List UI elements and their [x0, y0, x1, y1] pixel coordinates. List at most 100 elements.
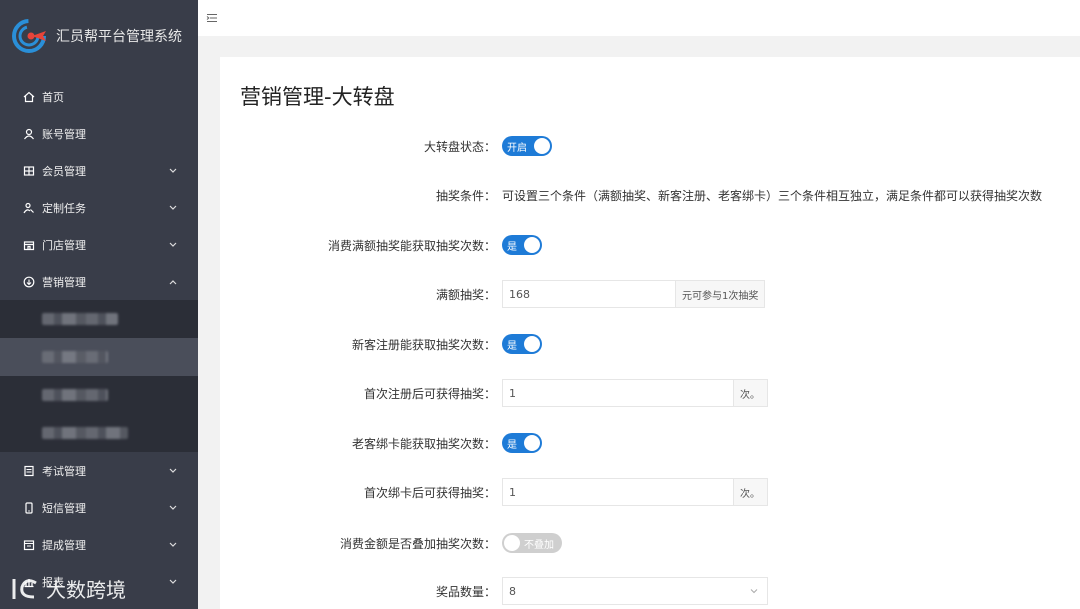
first-register-input[interactable]: 1: [502, 379, 734, 407]
switch-text: 开启: [507, 142, 527, 154]
full-amount-input[interactable]: 168: [502, 280, 676, 308]
chevron-down-icon: [168, 503, 178, 513]
new-register-switch[interactable]: 是: [502, 334, 542, 354]
prize-count-select[interactable]: 8: [502, 577, 768, 605]
sidebar-item-label: 提成管理: [42, 538, 86, 552]
blurred-label: [42, 427, 128, 439]
blurred-label: [42, 313, 118, 325]
spend-draw-switch[interactable]: 是: [502, 235, 542, 255]
form-row-prize-count: 奖品数量： 8: [220, 577, 768, 605]
sidebar-item-label: 定制任务: [42, 201, 86, 215]
store-icon: [22, 238, 36, 252]
members-icon: [22, 164, 36, 178]
sidebar-menu: 首页 账号管理 会员管理 定制任务 门店管理 营销管理: [0, 78, 198, 300]
switch-text: 是: [507, 241, 517, 253]
chevron-up-icon: [168, 277, 178, 287]
stack-spend-switch[interactable]: 不叠加: [502, 533, 562, 553]
blurred-label: [42, 389, 108, 401]
marketing-icon: [22, 275, 36, 289]
form-row-stack-spend: 消费金额是否叠加抽奖次数： 不叠加: [220, 533, 562, 553]
sidebar: 汇员帮平台管理系统 首页 账号管理 会员管理 定制任务 门店管理 营销管理 考试…: [0, 0, 198, 609]
sidebar-item-label: 会员管理: [42, 164, 86, 178]
exam-icon: [22, 464, 36, 478]
submenu-item-active[interactable]: [0, 338, 198, 376]
chevron-down-icon: [168, 203, 178, 213]
watermark-text: 大数跨境: [46, 578, 126, 602]
sidebar-item-account[interactable]: 账号管理: [0, 115, 198, 152]
form-row-wheel-status: 大转盘状态： 开启: [220, 136, 552, 156]
switch-text: 是: [507, 439, 517, 451]
sidebar-item-label: 首页: [42, 90, 64, 104]
sidebar-item-label: 账号管理: [42, 127, 86, 141]
page-title: 营销管理-大转盘: [240, 85, 395, 109]
switch-knob: [534, 138, 550, 154]
prize-count-value: 8: [509, 584, 516, 598]
field-label: 首次绑卡后可获得抽奖：: [363, 485, 496, 500]
old-bind-switch[interactable]: 是: [502, 433, 542, 453]
field-label: 大转盘状态：: [423, 139, 496, 154]
field-label: 满额抽奖：: [435, 287, 496, 302]
sidebar-item-commission[interactable]: 提成管理: [0, 526, 198, 563]
brand[interactable]: 汇员帮平台管理系统: [0, 0, 198, 72]
sidebar-item-sms[interactable]: 短信管理: [0, 489, 198, 526]
commission-icon: [22, 538, 36, 552]
sidebar-item-label: 考试管理: [42, 464, 86, 478]
sidebar-item-marketing[interactable]: 营销管理: [0, 263, 198, 300]
sidebar-item-custom-task[interactable]: 定制任务: [0, 189, 198, 226]
field-label: 首次注册后可获得抽奖：: [363, 386, 496, 401]
switch-knob: [524, 237, 540, 253]
logo-icon: [12, 17, 50, 55]
first-register-addon: 次。: [734, 379, 768, 407]
form-row-full-amount: 满额抽奖： 168 元可参与1次抽奖: [220, 280, 766, 308]
switch-knob: [524, 435, 540, 451]
brand-name: 汇员帮平台管理系统: [56, 29, 182, 45]
watermark-logo-icon: [8, 575, 42, 603]
chevron-down-icon: [749, 586, 759, 596]
field-label: 消费满额抽奖能获取抽奖次数：: [327, 238, 496, 253]
wheel-status-switch[interactable]: 开启: [502, 136, 552, 156]
switch-text: 是: [507, 340, 517, 352]
chevron-down-icon: [168, 166, 178, 176]
form-row-old-bind: 老客绑卡能获取抽奖次数： 是: [220, 433, 542, 453]
sidebar-item-store[interactable]: 门店管理: [0, 226, 198, 263]
sidebar-item-members[interactable]: 会员管理: [0, 152, 198, 189]
first-bind-input[interactable]: 1: [502, 478, 734, 506]
user-icon: [22, 127, 36, 141]
submenu-item[interactable]: [0, 414, 198, 452]
field-label: 消费金额是否叠加抽奖次数：: [339, 536, 496, 551]
chevron-down-icon: [168, 466, 178, 476]
first-bind-addon: 次。: [734, 478, 768, 506]
field-label: 老客绑卡能获取抽奖次数：: [351, 436, 496, 451]
task-icon: [22, 201, 36, 215]
form-row-draw-conditions: 抽奖条件： 可设置三个条件（满额抽奖、新客注册、老客绑卡）三个条件相互独立，满足…: [220, 187, 1042, 204]
blurred-label: [42, 351, 108, 363]
sidebar-item-label: 营销管理: [42, 275, 86, 289]
field-label: 抽奖条件：: [435, 189, 496, 203]
home-icon: [22, 90, 36, 104]
field-label: 奖品数量：: [435, 584, 496, 599]
submenu-item[interactable]: [0, 376, 198, 414]
sidebar-item-exam[interactable]: 考试管理: [0, 452, 198, 489]
phone-icon: [22, 501, 36, 515]
top-bar: [198, 0, 1080, 36]
switch-knob: [524, 336, 540, 352]
form-row-new-register: 新客注册能获取抽奖次数： 是: [220, 334, 542, 354]
content-panel: 营销管理-大转盘 大转盘状态： 开启 抽奖条件： 可设置三个条件（满额抽奖、新客…: [220, 57, 1080, 609]
marketing-submenu: [0, 300, 198, 452]
form-row-first-register: 首次注册后可获得抽奖： 1 次。: [220, 379, 768, 407]
chevron-down-icon: [168, 577, 178, 587]
switch-knob: [504, 535, 520, 551]
chevron-down-icon: [168, 540, 178, 550]
watermark: 大数跨境: [8, 574, 126, 603]
field-label: 新客注册能获取抽奖次数：: [351, 337, 496, 352]
sidebar-item-label: 门店管理: [42, 238, 86, 252]
form-row-spend-draw: 消费满额抽奖能获取抽奖次数： 是: [220, 235, 542, 255]
form-row-first-bind: 首次绑卡后可获得抽奖： 1 次。: [220, 478, 768, 506]
submenu-item[interactable]: [0, 300, 198, 338]
switch-text: 不叠加: [524, 539, 554, 551]
draw-conditions-text: 可设置三个条件（满额抽奖、新客注册、老客绑卡）三个条件相互独立，满足条件都可以获…: [502, 189, 1043, 203]
full-amount-addon: 元可参与1次抽奖: [676, 280, 766, 308]
sidebar-item-label: 短信管理: [42, 501, 86, 515]
sidebar-item-home[interactable]: 首页: [0, 78, 198, 115]
menu-toggle-icon[interactable]: [206, 13, 218, 23]
